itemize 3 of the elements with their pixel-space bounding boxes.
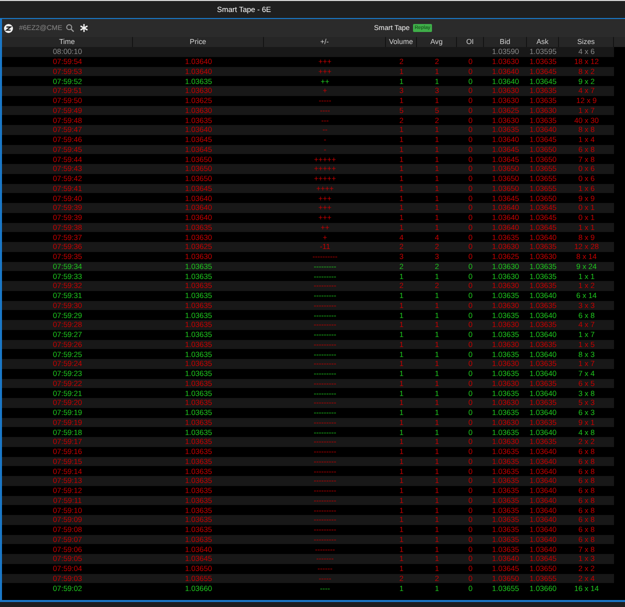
logo-icon[interactable] — [4, 24, 13, 32]
asterisk-icon[interactable] — [80, 24, 88, 32]
search-icon[interactable] — [66, 24, 74, 32]
